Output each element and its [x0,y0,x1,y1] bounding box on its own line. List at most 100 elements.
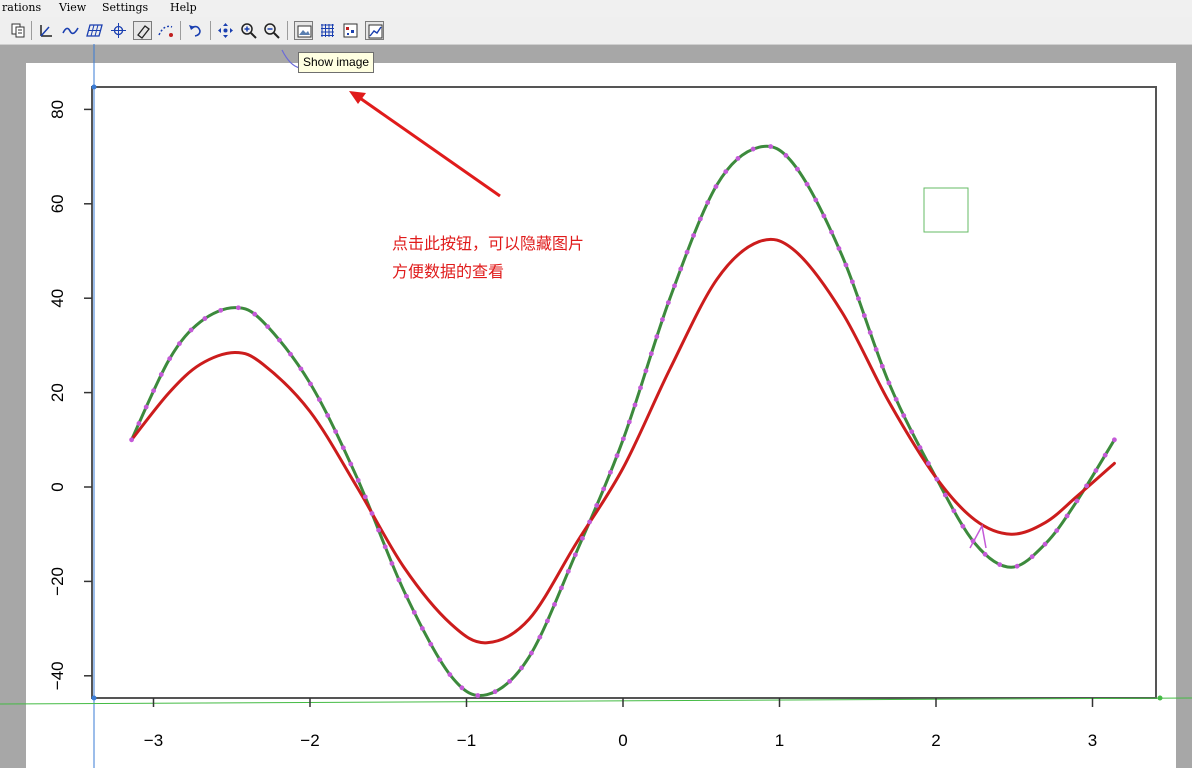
digitized-point [308,381,313,387]
digitized-point [1074,498,1080,504]
axis-point-marker [1157,695,1163,701]
digitized-point [821,213,827,219]
digitized-point [867,330,873,335]
digitized-point [768,144,774,149]
digitized-point [879,363,885,369]
digitized-point [167,356,173,362]
digitized-point [750,146,756,152]
digitized-point [1014,563,1020,569]
digitized-point [355,477,361,483]
y-tick-label: 0 [48,482,67,491]
digitized-point [389,561,395,566]
digitized-point [997,562,1003,567]
digitized-point [873,347,879,352]
digitized-point [376,527,382,533]
show-image-tooltip: Show image [298,52,375,73]
digitized-point [643,368,649,374]
plot-frame [0,44,1192,768]
y-tick-label: 40 [48,289,67,308]
digitized-point [1102,452,1108,458]
digitized-point [316,397,322,402]
digitized-point [587,519,593,525]
digitized-point [804,181,810,187]
digitized-point [475,693,481,698]
y-tick-label: −20 [48,567,67,596]
digitized-point [705,200,711,205]
digitized-point [648,351,654,357]
digitized-point [909,429,915,435]
digitized-point [620,436,626,442]
digitized-point [1064,513,1070,519]
digitized-point [382,544,388,550]
digitized-point [632,402,638,408]
digitized-point [654,334,660,339]
digitized-point [545,618,550,624]
digitized-point [143,404,149,410]
digitized-point [151,388,156,394]
digitized-point [265,324,271,329]
digitized-point [340,445,346,451]
digitized-point [348,461,354,467]
digitized-point [235,305,241,311]
digitized-point [288,351,293,357]
digitized-point [626,419,632,425]
ticks-layer: −3 −2 −1 0 1 2 3 80 60 40 20 0 −20 −40 [48,100,1097,750]
digitized-point [684,249,690,255]
digitized-point [601,486,607,492]
digitized-plot[interactable]: −3 −2 −1 0 1 2 3 80 60 40 20 0 −20 −40 [0,0,1192,768]
series-layer [130,144,1116,697]
digitized-point [136,421,142,426]
digitized-point [614,453,620,459]
digitized-point [1093,468,1099,473]
y-tick-label: 60 [48,194,67,213]
digitized-point [960,523,966,529]
digitized-point [298,366,304,372]
digitized-point [580,535,585,541]
digitized-point [893,396,899,402]
digitized-point [369,511,375,516]
x-tick-label: 3 [1088,731,1097,750]
digitized-point [218,307,224,313]
digitized-point [411,609,417,615]
digitized-point [723,169,729,174]
digitized-point [129,437,134,443]
digitized-point [529,650,534,656]
x-tick-label: 2 [931,731,940,750]
digitized-point [934,476,940,482]
series-line-1 [130,144,1116,697]
digitized-point [594,503,600,508]
x-tick-label: −1 [457,731,476,750]
digitized-point [951,508,957,514]
y-tick-label: 80 [48,100,67,119]
annotation-arrow-line [356,94,501,198]
digitized-point [1084,483,1089,489]
digitized-point [188,327,194,333]
digitized-point [1042,541,1048,547]
digitized-point [492,689,498,695]
axis-point-marker [91,695,97,701]
digitized-point [917,445,923,450]
digitized-point [559,585,564,591]
digitized-point [537,634,543,640]
digitized-point [901,413,907,418]
digitized-point [333,429,339,434]
digitized-point [856,296,861,301]
x-tick-label: 1 [775,731,784,750]
digitized-point [735,156,741,161]
digitized-point [507,678,513,684]
digitized-point [608,469,613,475]
digitized-point [202,316,208,321]
selection-box [923,187,969,233]
digitized-point [691,233,696,238]
y-tick-label: −40 [48,661,67,690]
digitized-point [158,372,164,377]
digitized-point [1029,554,1035,560]
digitized-point [428,641,434,647]
digitized-point [942,492,948,498]
digitized-point [572,552,578,558]
digitized-point [552,602,557,607]
x-tick-label: −3 [144,731,163,750]
annotation-line-1: 点击此按钮，可以隐藏图片 [392,234,585,253]
x-tick-label: 0 [618,731,627,750]
digitized-point [783,152,789,158]
